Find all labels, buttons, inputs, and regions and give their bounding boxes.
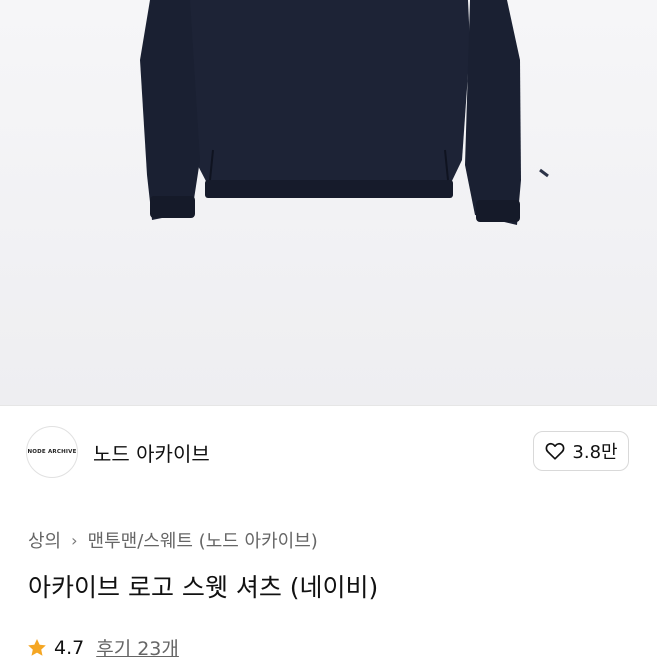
star-icon — [28, 638, 46, 656]
brand-logo[interactable]: NODE ARCHIVE — [26, 426, 78, 478]
brand-logo-text: NODE ARCHIVE — [27, 449, 77, 455]
brand-row[interactable]: NODE ARCHIVE 노드 아카이브 3.8만 — [0, 406, 657, 498]
breadcrumb-category[interactable]: 맨투맨/스웨트 (노드 아카이브) — [88, 527, 318, 553]
like-count: 3.8만 — [572, 442, 618, 463]
breadcrumb: 상의 › 맨투맨/스웨트 (노드 아카이브) — [28, 527, 318, 553]
breadcrumb-root[interactable]: 상의 — [28, 527, 61, 553]
sweatshirt-image — [140, 0, 549, 225]
product-image[interactable] — [0, 0, 657, 405]
like-button[interactable]: 3.8만 — [533, 431, 629, 471]
heart-icon — [545, 442, 565, 460]
brand-name[interactable]: 노드 아카이브 — [93, 438, 210, 467]
product-title: 아카이브 로고 스웻 셔츠 (네이비) — [28, 573, 379, 602]
rating-value: 4.7 — [54, 636, 85, 659]
chevron-right-icon: › — [71, 530, 78, 550]
